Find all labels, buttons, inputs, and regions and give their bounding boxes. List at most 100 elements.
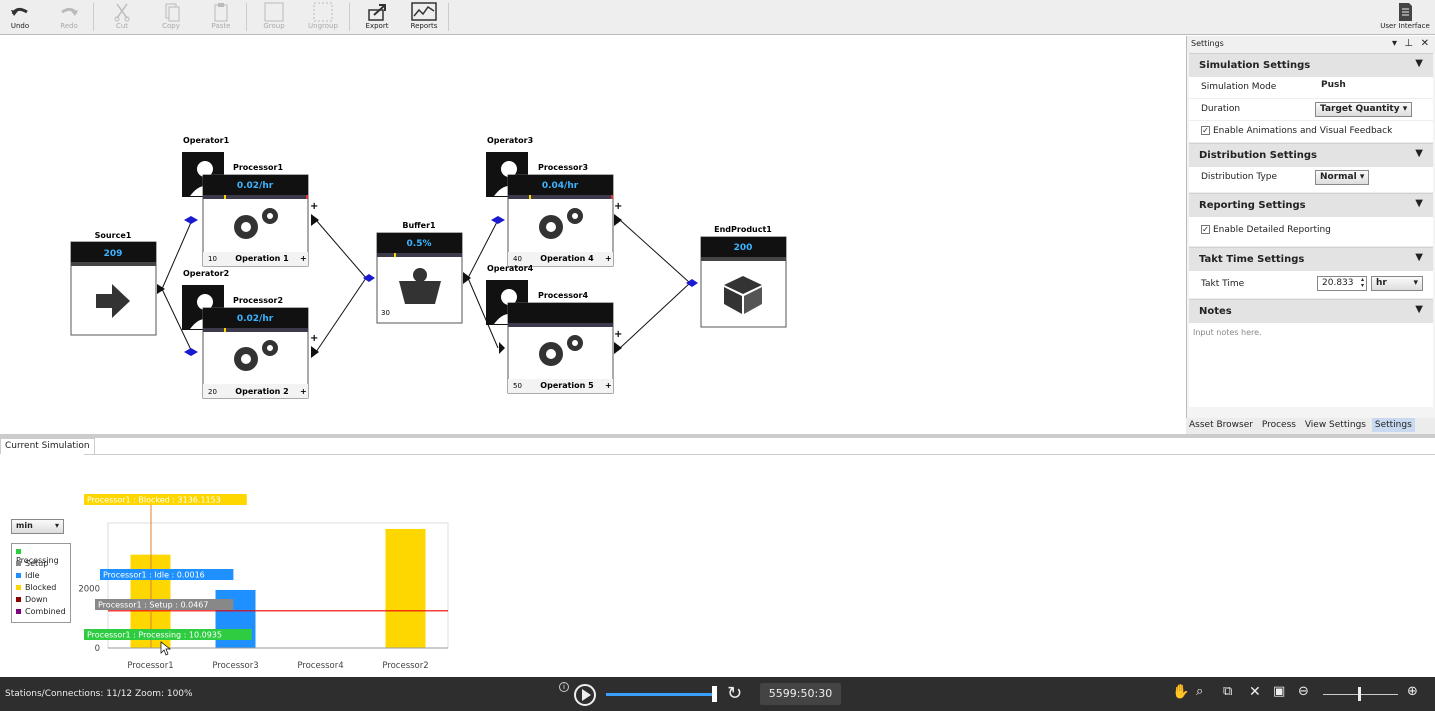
close-icon[interactable]: ✕ bbox=[1249, 684, 1261, 700]
cut-label: Cut bbox=[115, 22, 129, 30]
processor4-op: Operation 5 bbox=[540, 381, 594, 390]
takt-settings-section[interactable]: Takt Time Settings ▼ bbox=[1189, 247, 1433, 271]
user-interface-button[interactable]: User Interface bbox=[1378, 2, 1432, 33]
settings-title: Settings bbox=[1191, 39, 1224, 48]
processor1-rate: 0.02/hr bbox=[237, 181, 274, 191]
speed-slider-thumb[interactable] bbox=[712, 686, 717, 702]
source-node[interactable]: Source1 209 bbox=[70, 231, 165, 336]
takt-time-label: Takt Time bbox=[1201, 279, 1245, 289]
copy-label: Copy bbox=[162, 22, 180, 30]
processor1-op: Operation 1 bbox=[235, 254, 289, 263]
group-icon bbox=[264, 2, 284, 22]
chevron-down-icon[interactable]: ▼ bbox=[1415, 148, 1423, 159]
processor1-node[interactable]: Operator1 Processor1 0.02/hr 10 Operatio… bbox=[182, 136, 319, 267]
pin-icon[interactable]: ⊥ bbox=[1404, 38, 1413, 49]
tab-asset-browser[interactable]: Asset Browser bbox=[1186, 418, 1256, 432]
simulation-settings-section[interactable]: Simulation Settings ▼ bbox=[1189, 53, 1433, 77]
export-icon bbox=[368, 4, 386, 21]
reports-button[interactable]: Reports bbox=[401, 2, 447, 33]
redo-icon bbox=[61, 7, 78, 16]
toolbar: Undo Redo Cut Copy Paste Group Ungroup E… bbox=[0, 0, 1435, 35]
x-tick-label: Processor2 bbox=[382, 661, 428, 671]
pan-hand-icon[interactable]: ✋ bbox=[1172, 684, 1189, 700]
user-interface-label: User Interface bbox=[1380, 22, 1430, 30]
cut-button[interactable]: Cut bbox=[99, 2, 145, 33]
buffer-value: 0.5% bbox=[407, 239, 432, 249]
distribution-settings-section[interactable]: Distribution Settings ▼ bbox=[1189, 143, 1433, 167]
processor1-name: Processor1 bbox=[233, 163, 283, 172]
notes-input[interactable]: Input notes here. bbox=[1189, 323, 1433, 407]
duration-label: Duration bbox=[1201, 104, 1241, 114]
process-diagram: Source1 209 Operator1 Processor1 0.02/hr… bbox=[70, 136, 787, 399]
tab-view-settings[interactable]: View Settings bbox=[1302, 418, 1369, 432]
svg-text:+: + bbox=[614, 329, 622, 340]
redo-button[interactable]: Redo bbox=[46, 2, 92, 33]
group-button[interactable]: Group bbox=[251, 2, 297, 33]
reporting-settings-section[interactable]: Reporting Settings ▼ bbox=[1189, 193, 1433, 217]
tab-settings[interactable]: Settings bbox=[1371, 418, 1415, 432]
popout-icon[interactable]: ⧉ bbox=[1223, 684, 1232, 699]
takt-unit-select[interactable]: hr ▾ bbox=[1371, 276, 1423, 291]
settings-header: Settings ▾ ⊥ ✕ bbox=[1187, 36, 1435, 53]
processor4-expand[interactable]: + bbox=[605, 381, 612, 390]
paste-icon bbox=[214, 3, 228, 22]
endproduct-value: 200 bbox=[734, 243, 753, 253]
processor2-expand[interactable]: + bbox=[300, 387, 307, 396]
export-button[interactable]: Export bbox=[354, 2, 400, 33]
undo-label: Undo bbox=[10, 22, 30, 30]
spinner-icon: ▴ ▾ bbox=[1360, 276, 1364, 289]
processor1-expand[interactable]: + bbox=[300, 254, 307, 263]
distribution-settings-title: Distribution Settings bbox=[1199, 150, 1317, 161]
duration-select[interactable]: Target Quantity ▾ bbox=[1315, 102, 1413, 117]
operator2-label: Operator2 bbox=[183, 269, 229, 278]
processor4-node[interactable]: Operator4 Processor4 50 Operation 5 + + bbox=[486, 264, 622, 394]
distribution-type-row: Distribution Type Normal ▾ bbox=[1189, 167, 1433, 193]
notes-section[interactable]: Notes ▼ bbox=[1189, 299, 1433, 323]
chevron-down-icon[interactable]: ▼ bbox=[1415, 198, 1423, 209]
speed-slider[interactable] bbox=[606, 693, 716, 696]
chevron-down-icon[interactable]: ▼ bbox=[1415, 304, 1423, 315]
play-button[interactable] bbox=[574, 684, 596, 706]
takt-time-input[interactable]: 20.833 ▴ ▾ bbox=[1317, 276, 1367, 291]
buffer-node[interactable]: Buffer1 0.5% 30 bbox=[363, 221, 471, 324]
buffer-name: Buffer1 bbox=[402, 221, 436, 230]
ungroup-button[interactable]: Ungroup bbox=[300, 2, 346, 33]
animations-label: Enable Animations and Visual Feedback bbox=[1213, 126, 1393, 136]
processor2-name: Processor2 bbox=[233, 296, 283, 305]
processor3-expand[interactable]: + bbox=[605, 254, 612, 263]
chevron-down-icon[interactable]: ▾ bbox=[1392, 38, 1397, 49]
zoom-fit-icon[interactable]: ⌕ bbox=[1196, 684, 1203, 699]
undo-button[interactable]: Undo bbox=[0, 2, 43, 33]
x-tick-label: Processor3 bbox=[212, 661, 258, 671]
tab-process[interactable]: Process bbox=[1259, 418, 1299, 432]
chart-icon bbox=[411, 2, 437, 21]
zoom-slider-thumb[interactable] bbox=[1358, 687, 1361, 701]
process-canvas[interactable]: Source1 209 Operator1 Processor1 0.02/hr… bbox=[0, 36, 1184, 434]
copy-button[interactable]: Copy bbox=[148, 2, 194, 33]
chevron-down-icon[interactable]: ▼ bbox=[1415, 58, 1423, 69]
zoom-out-icon[interactable]: ⊖ bbox=[1298, 684, 1309, 699]
processor2-node[interactable]: Operator2 Processor2 0.02/hr 20 Operatio… bbox=[182, 269, 319, 399]
endproduct-node[interactable]: EndProduct1 200 bbox=[686, 225, 787, 328]
scissors-icon bbox=[114, 3, 130, 22]
distribution-type-label: Distribution Type bbox=[1201, 172, 1278, 182]
duration-value: Target Quantity bbox=[1320, 104, 1400, 114]
takt-unit-value: hr bbox=[1376, 278, 1387, 288]
takt-time-value: 20.833 bbox=[1322, 278, 1354, 288]
close-icon[interactable]: ✕ bbox=[1421, 38, 1429, 49]
paste-button[interactable]: Paste bbox=[198, 2, 244, 33]
chevron-down-icon[interactable]: ▼ bbox=[1415, 252, 1423, 263]
processor1-count: 10 bbox=[208, 255, 217, 263]
reset-icon[interactable]: ↻ bbox=[727, 683, 742, 704]
svg-text:+: + bbox=[310, 201, 318, 212]
document-icon bbox=[1399, 3, 1412, 21]
zoom-in-icon[interactable]: ⊕ bbox=[1407, 684, 1418, 699]
takt-time-row: Takt Time 20.833 ▴ ▾ hr ▾ bbox=[1189, 271, 1433, 299]
simulation-mode-value[interactable]: Push bbox=[1321, 80, 1346, 90]
info-icon[interactable]: i bbox=[559, 682, 569, 692]
processor3-node[interactable]: Operator3 Processor3 0.04/hr 40 Operatio… bbox=[486, 136, 622, 267]
distribution-type-select[interactable]: Normal ▾ bbox=[1315, 170, 1370, 185]
fit-screen-icon[interactable]: ▣ bbox=[1273, 684, 1285, 699]
detailed-reporting-checkbox[interactable]: ✓ bbox=[1201, 225, 1210, 234]
animations-checkbox[interactable]: ✓ bbox=[1201, 126, 1210, 135]
